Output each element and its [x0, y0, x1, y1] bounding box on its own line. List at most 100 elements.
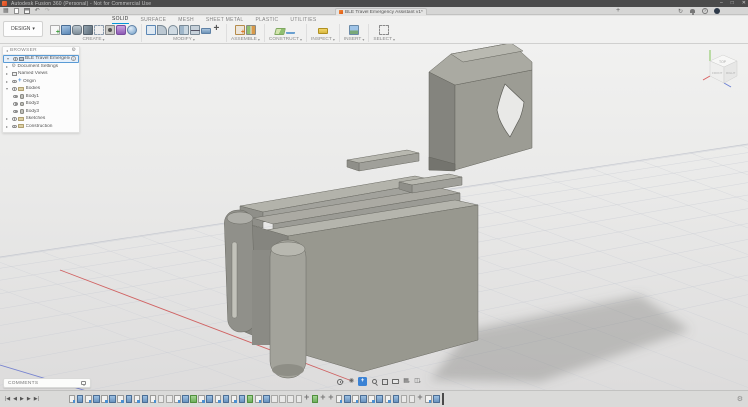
- info-icon[interactable]: i: [71, 56, 76, 62]
- eye-icon[interactable]: [11, 79, 17, 83]
- expand-arrow-icon[interactable]: ▾: [7, 56, 11, 61]
- joint-icon[interactable]: [245, 25, 256, 35]
- scale-icon[interactable]: [201, 28, 211, 34]
- look-at-button[interactable]: ◉: [347, 377, 356, 386]
- new-document-button[interactable]: +: [616, 7, 620, 15]
- browser-item-body2[interactable]: Body2: [10, 100, 79, 108]
- document-tab[interactable]: BLE Travel Emergency Assistant v1*: [335, 8, 427, 15]
- timeline-feature-extrude[interactable]: [433, 394, 440, 404]
- maximize-button[interactable]: □: [731, 0, 734, 7]
- minimize-button[interactable]: –: [720, 0, 723, 7]
- select-menu[interactable]: SELECT: [373, 37, 392, 42]
- job-status-icon[interactable]: ↻: [678, 8, 683, 15]
- select-icon[interactable]: [379, 25, 390, 35]
- fillet-icon[interactable]: [157, 25, 167, 35]
- press-pull-icon[interactable]: [146, 25, 156, 35]
- play-button[interactable]: ▶: [20, 394, 24, 404]
- timeline-feature-sketch[interactable]: [384, 394, 392, 404]
- timeline-feature-extrude[interactable]: [344, 394, 351, 404]
- eye-icon[interactable]: [11, 124, 17, 128]
- modify-menu[interactable]: MODIFY: [173, 37, 192, 42]
- browser-item-construction[interactable]: ▸ Construction: [3, 123, 79, 131]
- timeline-feature-doc[interactable]: [157, 394, 165, 404]
- timeline-feature-component[interactable]: [246, 394, 254, 404]
- timeline-feature-doc[interactable]: [400, 394, 408, 404]
- inspect-menu[interactable]: INSPECT: [311, 37, 332, 42]
- collapse-panel-icon[interactable]: ◂: [6, 48, 8, 53]
- browser-item-document-settings[interactable]: ▸ ⚙ Document Settings: [3, 63, 79, 71]
- timeline-settings-gear-icon[interactable]: ⚙: [737, 395, 743, 403]
- expand-arrow-icon[interactable]: ▸: [6, 79, 10, 84]
- close-button[interactable]: ✕: [742, 0, 746, 7]
- save-icon[interactable]: [23, 8, 30, 14]
- timeline-feature-sketch[interactable]: [230, 394, 238, 404]
- workspace-selector[interactable]: DESIGN ▾: [3, 21, 43, 37]
- move-copy-icon[interactable]: [212, 23, 222, 35]
- insert-image-icon[interactable]: [349, 25, 360, 35]
- timeline-feature-extrude[interactable]: [263, 394, 270, 404]
- browser-item-origin[interactable]: ▸ + Origin: [3, 78, 79, 86]
- browser-item-named-views[interactable]: ▸ Named Views: [3, 70, 79, 78]
- model-body[interactable]: [224, 149, 479, 379]
- timeline-feature-extrude[interactable]: [125, 394, 133, 404]
- timeline-feature-doc[interactable]: [271, 394, 278, 404]
- insert-menu[interactable]: INSERT: [344, 37, 362, 42]
- timeline-feature-sketch[interactable]: [117, 394, 124, 404]
- shell-icon[interactable]: [168, 25, 178, 35]
- eye-icon[interactable]: [13, 109, 18, 113]
- create-menu[interactable]: CREATE: [82, 37, 101, 42]
- sphere-icon[interactable]: [127, 25, 137, 35]
- form-icon[interactable]: [116, 25, 126, 35]
- expand-arrow-icon[interactable]: ▸: [6, 71, 10, 76]
- display-settings-button[interactable]: ▾: [391, 377, 400, 386]
- timeline-feature-component[interactable]: [190, 394, 197, 404]
- timeline-feature-extrude[interactable]: [392, 394, 400, 404]
- construction-axis-icon[interactable]: [286, 27, 296, 34]
- grid-and-snaps-button[interactable]: ▦ ▾: [402, 377, 411, 386]
- comments-bar[interactable]: COMMENTS: [3, 378, 91, 388]
- offset-plane-icon[interactable]: [274, 27, 287, 35]
- file-menu-icon[interactable]: [13, 8, 19, 14]
- fit-button[interactable]: [380, 377, 389, 386]
- user-avatar[interactable]: [714, 8, 720, 14]
- split-body-icon[interactable]: [190, 25, 200, 35]
- timeline-feature-extrude[interactable]: [93, 394, 100, 404]
- eye-icon[interactable]: [13, 102, 18, 106]
- help-icon[interactable]: ?: [702, 8, 708, 14]
- eye-icon[interactable]: [13, 94, 18, 98]
- expand-arrow-icon[interactable]: ▾: [6, 86, 10, 91]
- notifications-bell-icon[interactable]: [690, 9, 695, 15]
- viewports-button[interactable]: ◫ ▾: [413, 377, 422, 386]
- redo-icon[interactable]: ↷: [45, 7, 50, 15]
- zoom-button[interactable]: [369, 377, 378, 386]
- timeline-feature-move[interactable]: [328, 392, 335, 404]
- timeline-feature-extrude[interactable]: [222, 394, 230, 404]
- browser-options-gear-icon[interactable]: ⚙: [72, 48, 76, 53]
- expand-arrow-icon[interactable]: ▸: [6, 124, 10, 129]
- orbit-button[interactable]: ▾: [336, 377, 345, 386]
- assemble-menu[interactable]: ASSEMBLE: [231, 37, 257, 42]
- browser-item-bodies[interactable]: ▾ Bodies: [3, 85, 79, 93]
- pan-button[interactable]: +: [358, 377, 367, 386]
- extrude-icon[interactable]: [61, 25, 71, 35]
- tab-plastic[interactable]: PLASTIC: [255, 17, 278, 24]
- browser-item-root[interactable]: ▾ BLE Travel Emergency Assista... i: [3, 55, 79, 63]
- timeline-feature-extrude[interactable]: [206, 394, 213, 404]
- timeline-playhead[interactable]: [441, 393, 444, 405]
- timeline-feature-sketch[interactable]: [255, 394, 262, 404]
- timeline-feature-extrude[interactable]: [376, 394, 383, 404]
- model-head[interactable]: [428, 44, 533, 172]
- browser-item-body1[interactable]: Body1: [10, 93, 79, 101]
- timeline-feature-doc[interactable]: [166, 394, 173, 404]
- data-panel-icon[interactable]: ▦: [3, 7, 9, 15]
- combine-icon[interactable]: [179, 25, 189, 35]
- timeline-feature-doc[interactable]: [408, 394, 416, 404]
- timeline-feature-move[interactable]: [417, 392, 424, 404]
- tab-sheet-metal[interactable]: SHEET METAL: [206, 17, 244, 24]
- timeline-feature-sketch[interactable]: [174, 394, 181, 404]
- sweep-icon[interactable]: [83, 25, 93, 35]
- timeline-feature-sketch[interactable]: [101, 394, 108, 404]
- tab-surface[interactable]: SURFACE: [141, 17, 167, 24]
- step-back-button[interactable]: ◀: [13, 394, 17, 404]
- timeline-feature-extrude[interactable]: [360, 394, 367, 404]
